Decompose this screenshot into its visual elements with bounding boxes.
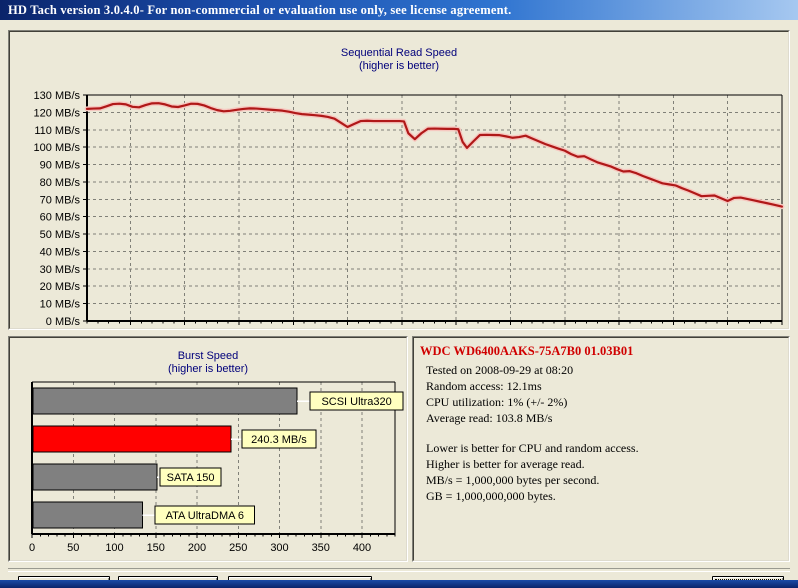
note-lower-is-better: Lower is better for CPU and random acces… xyxy=(426,441,786,456)
random-access: Random access: 12.1ms xyxy=(426,379,786,394)
window-bottom-bar xyxy=(0,580,798,588)
note-gb-definition: GB = 1,000,000,000 bytes. xyxy=(426,489,786,504)
svg-text:10 MB/s: 10 MB/s xyxy=(40,299,81,311)
svg-text:490.1GB: 490.1GB xyxy=(597,328,640,329)
svg-text:130 MB/s: 130 MB/s xyxy=(34,90,81,102)
cpu-utilization: CPU utilization: 1% (+/- 2%) xyxy=(426,395,786,410)
client-area: Sequential Read Speed (higher is better)… xyxy=(0,20,798,580)
svg-text:70 MB/s: 70 MB/s xyxy=(40,194,81,206)
svg-text:150: 150 xyxy=(147,542,165,554)
drive-info-inner: WDC WD6400AAKS-75A7B0 01.03B01 Tested on… xyxy=(413,337,789,561)
svg-text:340.1GB: 340.1GB xyxy=(435,328,478,329)
svg-text:400: 400 xyxy=(353,542,371,554)
svg-text:190.1GB: 190.1GB xyxy=(272,328,315,329)
burst-speed-panel: Burst Speed (higher is better) 050100150… xyxy=(8,336,408,562)
svg-text:250: 250 xyxy=(229,542,247,554)
svg-text:90 MB/s: 90 MB/s xyxy=(40,160,81,172)
drive-model: WDC WD6400AAKS-75A7B0 01.03B01 xyxy=(420,344,786,359)
burst-speed-plot-area: Burst Speed (higher is better) 050100150… xyxy=(9,337,407,561)
svg-text:40 MB/s: 40 MB/s xyxy=(40,246,81,258)
svg-text:350: 350 xyxy=(312,542,330,554)
svg-text:90.1GB: 90.1GB xyxy=(166,328,203,329)
sequential-read-chart: 0 MB/s 10 MB/s 20 MB/s 30 MB/s 40 MB/s 50 MB/… xyxy=(10,32,789,329)
window-title-notice: - For non-commercial or evaluation use o… xyxy=(140,3,512,18)
svg-text:590.1GB: 590.1GB xyxy=(706,328,749,329)
svg-text:0 MB/s: 0 MB/s xyxy=(46,316,81,328)
note-mb-definition: MB/s = 1,000,000 bytes per second. xyxy=(426,473,786,488)
svg-text:240.1GB: 240.1GB xyxy=(326,328,369,329)
svg-text:100: 100 xyxy=(105,542,123,554)
window-title-app: HD Tach version 3.0.4.0 xyxy=(8,3,140,18)
svg-text:SCSI Ultra320: SCSI Ultra320 xyxy=(321,396,391,408)
svg-text:120 MB/s: 120 MB/s xyxy=(34,107,81,119)
svg-text:50: 50 xyxy=(67,542,79,554)
svg-text:20 MB/s: 20 MB/s xyxy=(40,281,81,293)
svg-text:200: 200 xyxy=(188,542,206,554)
svg-text:140.1GB: 140.1GB xyxy=(217,328,260,329)
svg-text:SATA 150: SATA 150 xyxy=(167,472,215,484)
svg-text:ATA UltraDMA 6: ATA UltraDMA 6 xyxy=(166,510,244,522)
drive-info-panel: WDC WD6400AAKS-75A7B0 01.03B01 Tested on… xyxy=(412,336,790,562)
tested-on: Tested on 2008-09-29 at 08:20 xyxy=(426,363,786,378)
average-read: Average read: 103.8 MB/s xyxy=(426,411,786,426)
svg-text:440.1GB: 440.1GB xyxy=(543,328,586,329)
note-higher-is-better: Higher is better for average read. xyxy=(426,457,786,472)
svg-text:300: 300 xyxy=(270,542,288,554)
svg-text:0: 0 xyxy=(29,542,35,554)
footer-separator xyxy=(8,568,790,572)
svg-text:240.3 MB/s: 240.3 MB/s xyxy=(251,434,307,446)
svg-text:110 MB/s: 110 MB/s xyxy=(34,125,80,137)
info-spacer xyxy=(420,427,786,441)
svg-text:100 MB/s: 100 MB/s xyxy=(34,142,81,154)
burst-speed-chart: 0 50 100 150 200 250 300 350 400 SCSI Ultra320 240… xyxy=(10,338,407,561)
svg-text:640.1GB: 640.1GB xyxy=(760,328,789,329)
svg-text:80 MB/s: 80 MB/s xyxy=(40,177,81,189)
drive-info-text: WDC WD6400AAKS-75A7B0 01.03B01 Tested on… xyxy=(420,344,786,505)
svg-text:540.1GB: 540.1GB xyxy=(652,328,695,329)
svg-text:290.1GB: 290.1GB xyxy=(380,328,423,329)
sequential-read-panel: Sequential Read Speed (higher is better)… xyxy=(8,30,790,330)
svg-text:60 MB/s: 60 MB/s xyxy=(40,212,81,224)
window-title-bar: HD Tach version 3.0.4.0 - For non-commer… xyxy=(0,0,798,20)
sequential-read-plot-area: Sequential Read Speed (higher is better)… xyxy=(9,31,789,329)
svg-text:30 MB/s: 30 MB/s xyxy=(40,264,81,276)
hdtach-window: HD Tach version 3.0.4.0 - For non-commer… xyxy=(0,0,798,588)
svg-text:390.1GB: 390.1GB xyxy=(489,328,532,329)
svg-text:50 MB/s: 50 MB/s xyxy=(40,229,81,241)
svg-text:40.1GB: 40.1GB xyxy=(112,328,149,329)
